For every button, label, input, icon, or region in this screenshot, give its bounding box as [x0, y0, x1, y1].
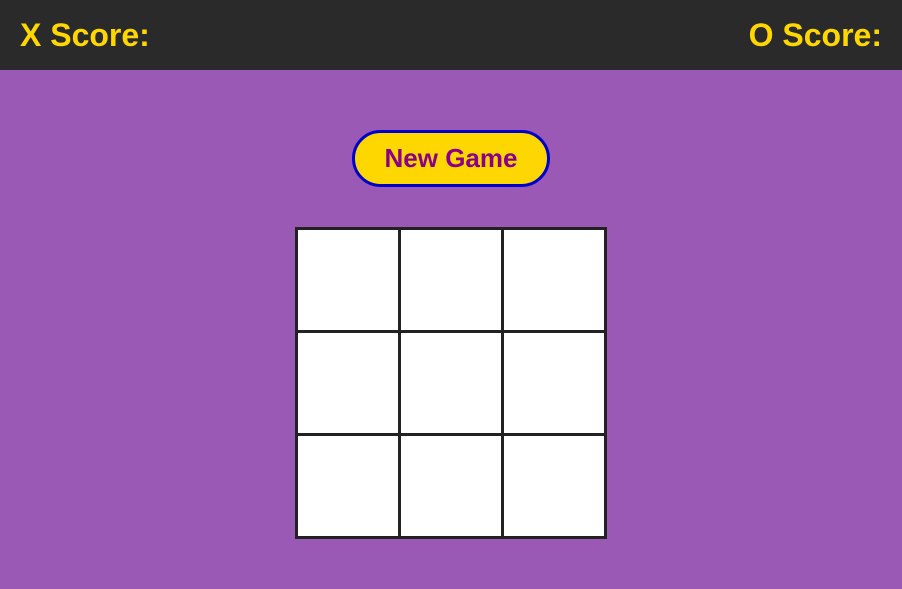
cell-7[interactable]: [401, 436, 501, 536]
cell-6[interactable]: [298, 436, 398, 536]
game-area: New Game: [0, 70, 902, 589]
cell-1[interactable]: [401, 230, 501, 330]
x-score-label: X Score:: [20, 17, 150, 54]
header: X Score: O Score:: [0, 0, 902, 70]
cell-0[interactable]: [298, 230, 398, 330]
o-score-label: O Score:: [749, 17, 882, 54]
cell-4[interactable]: [401, 333, 501, 433]
game-board: [295, 227, 607, 539]
new-game-button[interactable]: New Game: [352, 130, 551, 187]
cell-2[interactable]: [504, 230, 604, 330]
cell-8[interactable]: [504, 436, 604, 536]
cell-3[interactable]: [298, 333, 398, 433]
cell-5[interactable]: [504, 333, 604, 433]
